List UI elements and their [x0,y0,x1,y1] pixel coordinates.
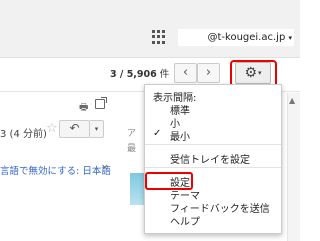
menu-item-configure-inbox[interactable]: 受信トレイを設定 [170,151,250,166]
side-panel-fragment: ア [127,129,137,139]
pager-unit: 件 [159,69,170,80]
settings-menu: 表示間隔: 標準 小 ✓ 最小 受信トレイを設定 設定 テーマ フィードバックを… [144,84,282,234]
menu-divider [145,144,281,145]
density-option-minimum-label: 最小 [170,132,190,143]
apps-grid-icon[interactable] [152,30,166,44]
next-page-button[interactable]: › [197,63,220,83]
scroll-up-icon[interactable]: ▲ [289,96,295,105]
account-chevron-icon: ▾ [288,34,292,42]
menu-item-help[interactable]: ヘルプ [170,213,200,228]
settings-item-highlight [145,172,193,190]
top-bar: @t-kougei.ac.jp ▾ [0,0,300,58]
density-option-minimum[interactable]: ✓ 最小 [153,128,190,143]
new-window-icon[interactable] [95,97,107,109]
account-email[interactable]: @t-kougei.ac.jp ▾ [178,29,294,46]
check-icon: ✓ [153,128,162,139]
prev-page-button[interactable]: ‹ [174,63,197,83]
pager-count: 3 / 5,906 件 [110,66,169,80]
reply-button[interactable]: ↶ [59,120,90,138]
translate-disable-link[interactable]: 言語で無効にする: 日本語 [0,163,111,177]
side-panel-label: 最 [127,144,137,154]
menu-divider [145,167,281,168]
settings-button-highlight [230,60,277,87]
reply-icon: ↶ [69,121,80,135]
print-icon[interactable]: 🖶 [79,100,88,117]
more-actions-button[interactable]: ▾ [90,120,104,138]
email-timestamp: 3 (4 分前) [0,129,47,140]
scrollbar[interactable] [287,93,300,241]
star-icon[interactable]: ☆ [46,121,58,136]
account-label: @t-kougei.ac.jp [207,32,286,43]
pager-range: 3 / 5,906 [110,69,157,80]
translate-close-icon[interactable]: × [101,163,109,173]
